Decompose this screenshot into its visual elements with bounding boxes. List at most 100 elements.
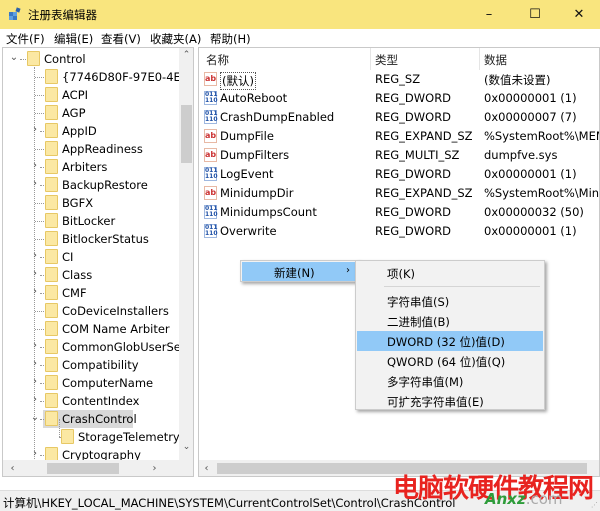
- column-header-type[interactable]: 类型: [375, 52, 398, 68]
- chevron-right-icon[interactable]: ›: [30, 268, 40, 279]
- value-name: MinidumpDir: [220, 186, 294, 200]
- tree-connector: [40, 401, 44, 402]
- submenu-item[interactable]: 字符串值(S): [357, 291, 543, 311]
- tree-item[interactable]: ACPI: [3, 86, 179, 104]
- column-separator[interactable]: [479, 48, 480, 70]
- value-data: 0x00000007 (7): [484, 110, 577, 124]
- tree-connector: [40, 383, 44, 384]
- tree-item[interactable]: AGP: [3, 104, 179, 122]
- chevron-right-icon[interactable]: ›: [30, 376, 40, 387]
- value-row[interactable]: ab DumpFilters REG_MULTI_SZ dumpfve.sys: [199, 146, 599, 165]
- column-separator[interactable]: [370, 48, 371, 70]
- chevron-down-icon[interactable]: ⌄: [30, 412, 40, 423]
- scroll-right-icon[interactable]: ›: [147, 460, 162, 476]
- tree-item[interactable]: {7746D80F-97E0-4E26-: [3, 68, 193, 86]
- menu-view[interactable]: 查看(V): [101, 31, 141, 47]
- tree-item[interactable]: BitlockerStatus: [3, 230, 179, 248]
- value-row[interactable]: ab (默认) REG_SZ (数值未设置): [199, 70, 599, 90]
- chevron-right-icon[interactable]: ›: [30, 448, 40, 459]
- tree-item[interactable]: › AppID: [3, 122, 179, 140]
- key-tree[interactable]: ⌄ Control {7746D80F-97E0-4E26- ACPI AGP › AppI…: [2, 47, 194, 477]
- tree-item[interactable]: COM Name Arbiter: [3, 320, 179, 338]
- submenu-item[interactable]: 二进制值(B): [357, 311, 543, 331]
- tree-item-label: AGP: [62, 106, 86, 120]
- submenu-item[interactable]: 可扩充字符串值(E): [357, 391, 543, 411]
- value-name: MinidumpsCount: [220, 205, 317, 219]
- maximize-button[interactable]: ☐: [512, 0, 558, 29]
- tree-item[interactable]: BGFX: [3, 194, 179, 212]
- value-row[interactable]: 011 110 Overwrite REG_DWORD 0x00000001 (1): [199, 222, 599, 241]
- chevron-right-icon[interactable]: ›: [30, 250, 40, 261]
- value-data: (数值未设置): [484, 73, 551, 87]
- tree-horizontal-scrollbar[interactable]: ‹ ›: [3, 460, 193, 476]
- submenu-item[interactable]: 多字符串值(M): [357, 371, 543, 391]
- tree-item-label: AppID: [62, 124, 97, 138]
- title-bar: 注册表编辑器 – ☐ ✕: [0, 0, 600, 29]
- tree-connector: [35, 311, 44, 312]
- maximize-icon: ☐: [529, 7, 541, 22]
- new-submenu: 项(K) 字符串值(S) 二进制值(B) DWORD (32 位)值(D) QWORD …: [355, 260, 545, 410]
- chevron-right-icon[interactable]: ›: [30, 358, 40, 369]
- scroll-up-icon[interactable]: ⌃: [179, 48, 193, 63]
- tree-item-label: ACPI: [62, 88, 89, 102]
- chevron-right-icon[interactable]: ›: [30, 160, 40, 171]
- value-row[interactable]: 011 110 CrashDumpEnabled REG_DWORD 0x0000000…: [199, 108, 599, 127]
- tree-vertical-scrollbar[interactable]: ⌃ ⌄: [179, 48, 193, 460]
- tree-connector: [35, 113, 44, 114]
- tree-item-label: CMF: [62, 286, 87, 300]
- tree-item[interactable]: › BackupRestore: [3, 176, 179, 194]
- chevron-down-icon[interactable]: ⌄: [9, 52, 19, 63]
- tree-item[interactable]: ⌄ CrashControl: [3, 410, 179, 428]
- tree-item[interactable]: › CommonGlobUserSett: [3, 338, 190, 356]
- tree-item-control[interactable]: ⌄ Control: [3, 50, 179, 68]
- chevron-right-icon[interactable]: ›: [30, 340, 40, 351]
- tree-item[interactable]: › ComputerName: [3, 374, 179, 392]
- chevron-right-icon[interactable]: ›: [30, 286, 40, 297]
- chevron-right-icon[interactable]: ›: [30, 394, 40, 405]
- folder-icon: [45, 285, 58, 300]
- value-row[interactable]: 011 110 LogEvent REG_DWORD 0x00000001 (1): [199, 165, 599, 184]
- tree-item[interactable]: CoDeviceInstallers: [3, 302, 179, 320]
- close-button[interactable]: ✕: [556, 0, 600, 29]
- chevron-right-icon[interactable]: ›: [30, 178, 40, 189]
- tree-item[interactable]: StorageTelemetry: [3, 419, 180, 446]
- menu-favorites[interactable]: 收藏夹(A): [150, 31, 201, 47]
- watermark-logo-text: Anxz: [485, 490, 526, 508]
- dword-value-icon: 011 110: [204, 224, 218, 238]
- value-data: %SystemRoot%\Minic: [484, 186, 600, 200]
- value-row[interactable]: ab DumpFile REG_EXPAND_SZ %SystemRoot%\MEM: [199, 127, 599, 146]
- tree-item[interactable]: › Compatibility: [3, 356, 179, 374]
- menu-edit[interactable]: 编辑(E): [54, 31, 93, 47]
- tree-connector: [40, 365, 44, 366]
- submenu-item[interactable]: QWORD (64 位)值(Q): [357, 351, 543, 371]
- tree-connector: [59, 419, 60, 437]
- value-row[interactable]: 011 110 AutoReboot REG_DWORD 0x00000001 (1): [199, 89, 599, 108]
- scroll-down-icon[interactable]: ⌄: [179, 440, 193, 455]
- menu-help[interactable]: 帮助(H): [210, 31, 251, 47]
- menu-file[interactable]: 文件(F): [6, 31, 45, 47]
- minimize-button[interactable]: –: [466, 0, 512, 29]
- tree-item[interactable]: › ContentIndex: [3, 392, 179, 410]
- tree-item-label: ContentIndex: [62, 394, 140, 408]
- column-header-data[interactable]: 数据: [484, 52, 507, 68]
- value-name: DumpFile: [220, 129, 274, 143]
- tree-item[interactable]: › Class: [3, 266, 179, 284]
- tree-item[interactable]: › CI: [3, 248, 179, 266]
- submenu-item[interactable]: 项(K): [357, 263, 543, 283]
- tree-vscroll-thumb[interactable]: [181, 105, 192, 163]
- folder-icon: [45, 87, 58, 102]
- value-row[interactable]: 011 110 MinidumpsCount REG_DWORD 0x00000032 …: [199, 203, 599, 222]
- tree-item[interactable]: › CMF: [3, 284, 179, 302]
- value-row[interactable]: ab MinidumpDir REG_EXPAND_SZ %SystemRoot%\M…: [199, 184, 599, 203]
- menu-item-new[interactable]: 新建(N) ›: [242, 262, 359, 281]
- chevron-right-icon[interactable]: ›: [30, 124, 40, 135]
- tree-item[interactable]: AppReadiness: [3, 140, 179, 158]
- submenu-item[interactable]: DWORD (32 位)值(D): [357, 331, 543, 351]
- tree-item[interactable]: › Arbiters: [3, 158, 179, 176]
- scroll-left-icon[interactable]: ‹: [199, 460, 214, 476]
- tree-hscroll-thumb[interactable]: [47, 463, 119, 474]
- tree-item[interactable]: BitLocker: [3, 212, 179, 230]
- column-header-name[interactable]: 名称: [206, 52, 229, 68]
- folder-icon: [45, 303, 58, 318]
- scroll-left-icon[interactable]: ‹: [5, 460, 20, 476]
